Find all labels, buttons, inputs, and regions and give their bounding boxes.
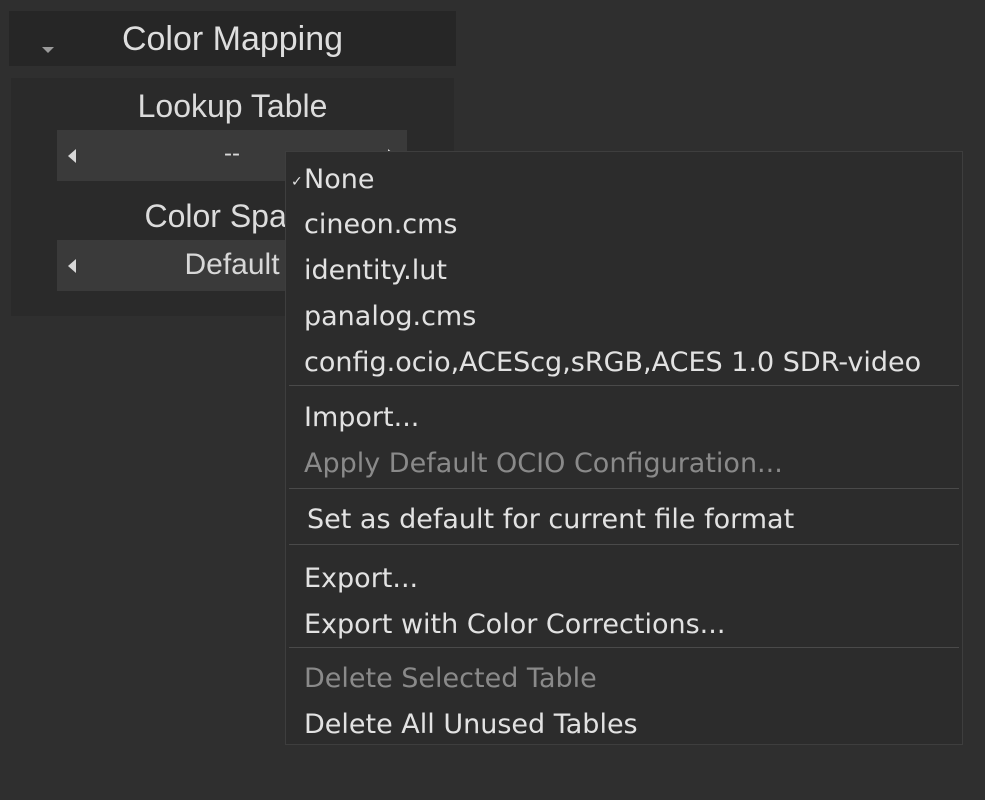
menu-item-identity[interactable]: identity.lut [304,255,447,287]
menu-item-panalog[interactable]: panalog.cms [304,301,476,333]
checkmark-icon: ✓ [291,174,303,190]
menu-item-export[interactable]: Export... [304,563,418,595]
menu-separator [289,385,959,386]
color-mapping-header[interactable]: Color Mapping [9,11,456,66]
menu-item-set-default[interactable]: Set as default for current file format [307,504,794,536]
lookup-table-menu: ✓ None cineon.cms identity.lut panalog.c… [285,151,963,745]
menu-separator [289,647,959,648]
section-title: Color Mapping [121,20,344,58]
menu-item-export-cc[interactable]: Export with Color Corrections... [304,609,725,641]
menu-separator [289,544,959,545]
menu-item-label: None [304,164,375,195]
menu-item-delete-selected: Delete Selected Table [304,663,597,694]
menu-item-delete-unused[interactable]: Delete All Unused Tables [304,709,638,741]
menu-separator [289,488,959,489]
menu-item-config-ocio[interactable]: config.ocio,ACEScg,sRGB,ACES 1.0 SDR-vid… [304,347,921,379]
menu-item-import[interactable]: Import... [304,402,419,434]
menu-item-cineon[interactable]: cineon.cms [304,209,458,241]
menu-item-none[interactable]: ✓ None [291,164,375,196]
menu-item-apply-ocio: Apply Default OCIO Configuration... [304,448,783,479]
lookup-table-label: Lookup Table [137,88,328,124]
